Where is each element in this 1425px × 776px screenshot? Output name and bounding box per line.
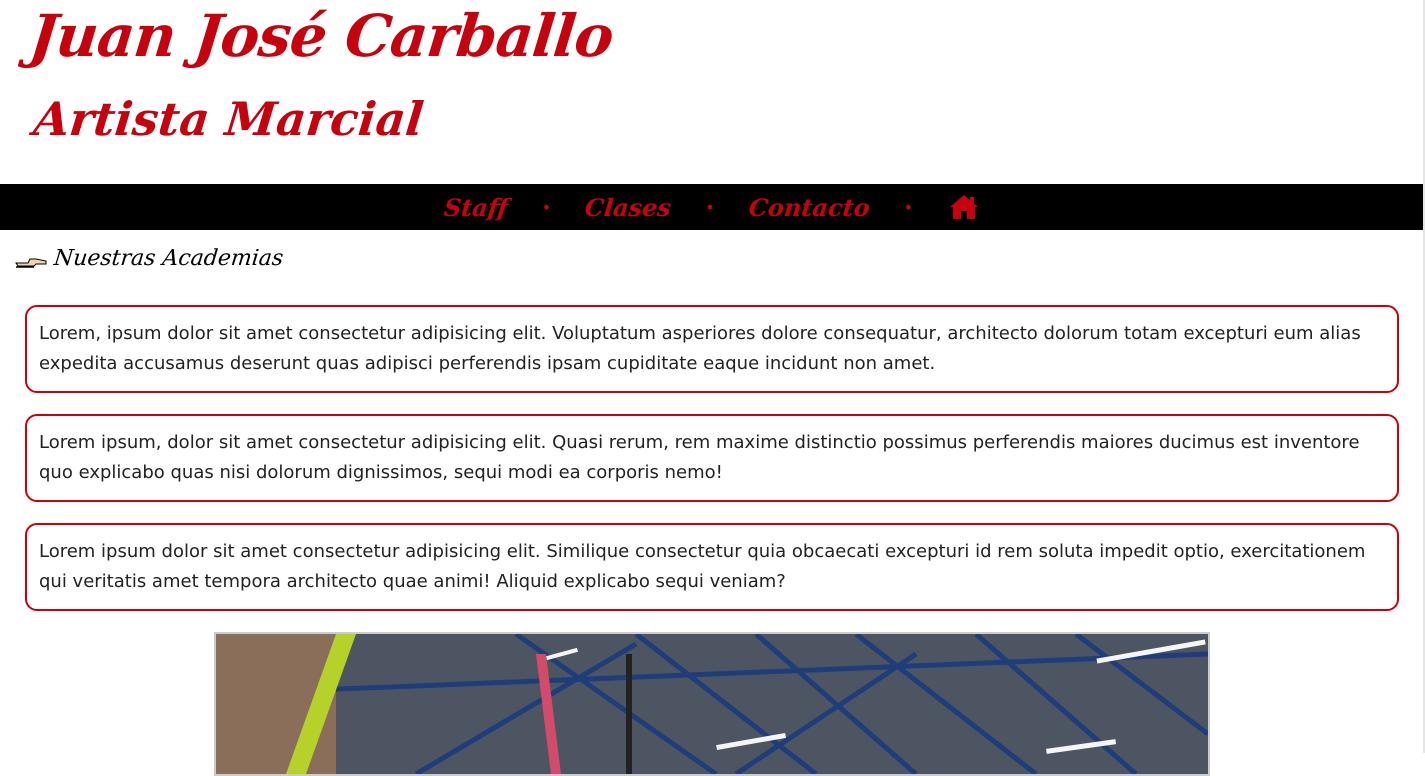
nav-link-contacto[interactable]: Contacto [747, 193, 871, 222]
nav-separator: • [705, 197, 715, 217]
site-header: Juan José Carballo Artista Marcial [0, 0, 1425, 184]
main-navbar: Staff • Clases • Contacto • [0, 184, 1423, 230]
home-icon[interactable] [949, 194, 979, 220]
academy-card: Lorem, ipsum dolor sit amet consectetur … [25, 305, 1399, 393]
nav-separator: • [903, 197, 914, 217]
academy-photo [214, 632, 1210, 776]
nav-link-staff[interactable]: Staff [442, 193, 509, 222]
site-title: Juan José Carballo [26, 2, 617, 70]
site-subtitle: Artista Marcial [31, 92, 427, 146]
nav-separator: • [541, 197, 552, 217]
pointing-hand-icon [14, 249, 48, 269]
section-heading: Nuestras Academias [14, 246, 285, 271]
academy-card: Lorem ipsum dolor sit amet consectetur a… [25, 523, 1399, 611]
section-title: Nuestras Academias [52, 246, 285, 271]
nav-link-clases[interactable]: Clases [584, 193, 673, 222]
academy-card: Lorem ipsum, dolor sit amet consectetur … [25, 414, 1399, 502]
